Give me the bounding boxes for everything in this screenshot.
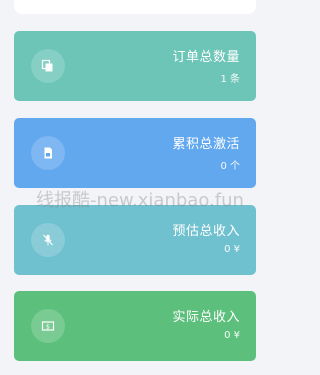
- card-value: 1 条: [220, 74, 240, 85]
- top-card: [14, 0, 256, 14]
- card-title: 订单总数量: [172, 50, 240, 65]
- card-title: 预估总收入: [172, 224, 240, 239]
- dollar-bill-icon: $: [31, 309, 65, 343]
- card-value: 0 个: [220, 161, 240, 172]
- estimated-income-card[interactable]: 预估总收入 0 ¥: [14, 205, 256, 275]
- card-value: 0 ¥: [224, 330, 240, 341]
- order-count-card[interactable]: 订单总数量 1 条: [14, 31, 256, 101]
- sim-card-icon: [31, 136, 65, 170]
- copy-icon: [31, 49, 65, 83]
- total-activation-card[interactable]: 累积总激活 0 个: [14, 118, 256, 188]
- card-value: 0 ¥: [224, 244, 240, 255]
- card-title: 实际总收入: [172, 310, 240, 325]
- actual-income-card[interactable]: $ 实际总收入 0 ¥: [14, 291, 256, 361]
- card-title: 累积总激活: [172, 137, 240, 152]
- microphone-off-icon: [31, 223, 65, 257]
- svg-text:$: $: [46, 323, 50, 331]
